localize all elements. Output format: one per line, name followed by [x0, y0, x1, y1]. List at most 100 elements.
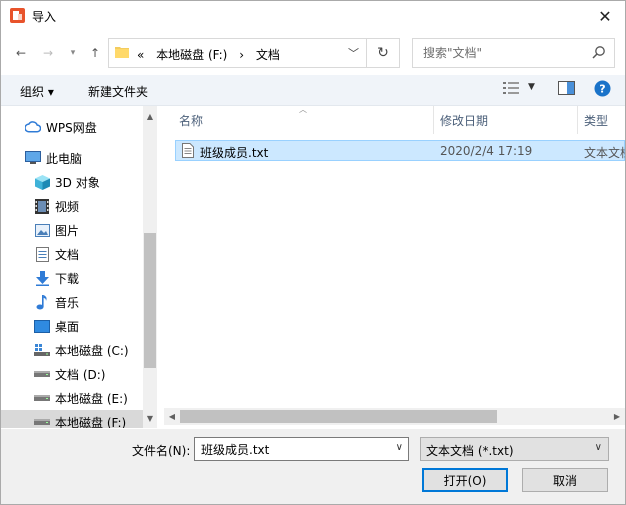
dialog-footer: 文件名(N): ∨ 文本文档 (*.txt) ∨ 打开(O) 取消 — [1, 429, 625, 504]
details-view-icon — [503, 82, 519, 94]
view-dropdown-button[interactable]: ▼ — [528, 82, 535, 92]
filename-input[interactable] — [199, 441, 388, 457]
scroll-left-icon[interactable]: ◀ — [165, 410, 179, 423]
column-header-date[interactable]: 修改日期 — [434, 106, 578, 134]
column-header-label: 修改日期 — [440, 113, 489, 128]
import-dialog: 导入 ✕ ← → ▾ ↑ « 本地磁盘 (F:) › 文档 ﹀ ↻ 搜索"文档"… — [0, 0, 626, 505]
scroll-up-icon[interactable]: ▲ — [143, 109, 157, 123]
column-header-label: 名称 — [179, 113, 204, 128]
nav-item-documents[interactable]: 文档 — [1, 242, 143, 266]
chevron-down-icon[interactable]: ∨ — [396, 442, 403, 453]
nav-item-label: 此电脑 — [46, 151, 83, 166]
file-name: 班级成员.txt — [200, 146, 269, 160]
nav-item-drive-f[interactable]: 本地磁盘 (F:) — [1, 410, 143, 428]
new-folder-button[interactable]: 新建文件夹 — [88, 83, 148, 100]
nav-item-videos[interactable]: 视频 — [1, 194, 143, 218]
breadcrumb-documents[interactable]: 文档 — [256, 48, 280, 62]
command-bar: 组织 ▾ 新建文件夹 ▼ ? — [1, 75, 625, 106]
folder-icon — [115, 47, 129, 58]
drive-icon — [34, 390, 50, 406]
nav-item-downloads[interactable]: 下载 — [1, 266, 143, 290]
breadcrumb-drive-f[interactable]: 本地磁盘 (F:) — [156, 48, 227, 62]
breadcrumb-separator[interactable]: › — [239, 48, 244, 62]
app-icon — [10, 8, 25, 23]
refresh-button[interactable]: ↻ — [366, 39, 399, 67]
nav-item-label: 本地磁盘 (E:) — [55, 391, 128, 406]
desktop-icon — [34, 318, 50, 334]
back-button[interactable]: ← — [11, 43, 31, 63]
up-button[interactable]: ↑ — [85, 43, 105, 63]
window-title: 导入 — [32, 10, 57, 24]
cube-icon — [34, 174, 50, 190]
recent-locations-button[interactable]: ▾ — [63, 43, 83, 63]
drive-icon — [34, 414, 50, 428]
nav-item-3d-objects[interactable]: 3D 对象 — [1, 170, 143, 194]
file-date: 2020/2/4 17:19 — [440, 144, 533, 158]
breadcrumb: « 本地磁盘 (F:) › 文档 — [137, 46, 288, 63]
search-box[interactable] — [412, 38, 615, 68]
nav-item-music[interactable]: 音乐 — [1, 290, 143, 314]
close-icon: ✕ — [598, 6, 612, 26]
navigation-bar: ← → ▾ ↑ « 本地磁盘 (F:) › 文档 ﹀ ↻ — [1, 31, 625, 75]
scrollbar-thumb[interactable] — [144, 233, 156, 368]
arrow-up-icon: ↑ — [89, 46, 101, 60]
help-button[interactable]: ? — [594, 80, 611, 100]
file-list: ︿ 名称 修改日期 类型 班级成员.txt 2020/2/4 17:19 文本文… — [164, 106, 625, 408]
organize-menu[interactable]: 组织 ▾ — [20, 83, 54, 100]
scroll-down-icon[interactable]: ▼ — [143, 411, 157, 425]
scroll-right-icon[interactable]: ▶ — [610, 410, 624, 423]
nav-item-label: 桌面 — [55, 319, 80, 334]
scrollbar-thumb[interactable] — [180, 410, 497, 423]
view-options-button[interactable] — [503, 81, 519, 98]
filename-field[interactable]: ∨ — [194, 437, 409, 461]
address-bar[interactable]: « 本地磁盘 (F:) › 文档 ﹀ ↻ — [108, 38, 400, 68]
nav-item-label: 3D 对象 — [55, 175, 100, 190]
address-dropdown-icon[interactable]: ﹀ — [348, 45, 359, 61]
nav-item-desktop[interactable]: 桌面 — [1, 314, 143, 338]
column-header-type[interactable]: 类型 — [578, 106, 625, 134]
help-icon: ? — [594, 80, 611, 97]
nav-item-label: 图片 — [55, 223, 80, 238]
navigation-scrollbar[interactable]: ▲ ▼ — [143, 106, 157, 428]
search-icon — [592, 46, 605, 59]
preview-pane-button[interactable] — [558, 81, 575, 98]
arrow-left-icon: ← — [15, 46, 27, 60]
nav-item-label: 文档 — [55, 247, 80, 262]
cancel-button[interactable]: 取消 — [522, 468, 608, 492]
computer-icon — [25, 150, 41, 166]
nav-item-wps-cloud[interactable]: WPS网盘 — [1, 115, 143, 139]
drive-icon — [34, 342, 50, 358]
column-header-label: 类型 — [584, 113, 609, 128]
file-type: 文本文档 — [584, 146, 625, 160]
nav-item-pictures[interactable]: 图片 — [1, 218, 143, 242]
forward-button[interactable]: → — [38, 43, 58, 63]
breadcrumb-overflow[interactable]: « — [137, 48, 144, 62]
column-header-name[interactable]: 名称 — [164, 106, 434, 134]
drive-icon — [34, 366, 50, 382]
open-button[interactable]: 打开(O) — [422, 468, 508, 492]
file-row[interactable]: 班级成员.txt 2020/2/4 17:19 文本文档 — [175, 140, 625, 161]
close-button[interactable]: ✕ — [585, 1, 625, 31]
download-icon — [34, 270, 50, 286]
svg-text:?: ? — [599, 83, 605, 96]
picture-icon — [34, 222, 50, 238]
nav-item-label: 音乐 — [55, 295, 80, 310]
chevron-down-icon: ▾ — [70, 48, 76, 58]
chevron-down-icon: ∨ — [594, 442, 602, 453]
file-list-horizontal-scrollbar[interactable]: ◀ ▶ — [164, 408, 625, 425]
document-icon — [34, 246, 50, 262]
nav-item-drive-d[interactable]: 文档 (D:) — [1, 362, 143, 386]
nav-item-this-pc[interactable]: 此电脑 — [1, 146, 143, 170]
nav-item-drive-e[interactable]: 本地磁盘 (E:) — [1, 386, 143, 410]
navigation-pane: WPS网盘 此电脑 3D 对象 视频 图片 文档 下载 音乐 桌面 本地磁盘 (… — [1, 106, 156, 428]
nav-item-drive-c[interactable]: 本地磁盘 (C:) — [1, 338, 143, 362]
cancel-button-label: 取消 — [552, 473, 577, 488]
nav-item-label: 下载 — [55, 271, 80, 286]
nav-item-label: 视频 — [55, 199, 80, 214]
open-button-label: 打开(O) — [443, 473, 487, 488]
arrow-right-icon: → — [42, 46, 54, 60]
filename-label: 文件名(N): — [132, 444, 191, 458]
filetype-select[interactable]: 文本文档 (*.txt) ∨ — [420, 437, 609, 461]
search-input[interactable] — [421, 45, 585, 61]
preview-pane-icon — [558, 81, 575, 95]
